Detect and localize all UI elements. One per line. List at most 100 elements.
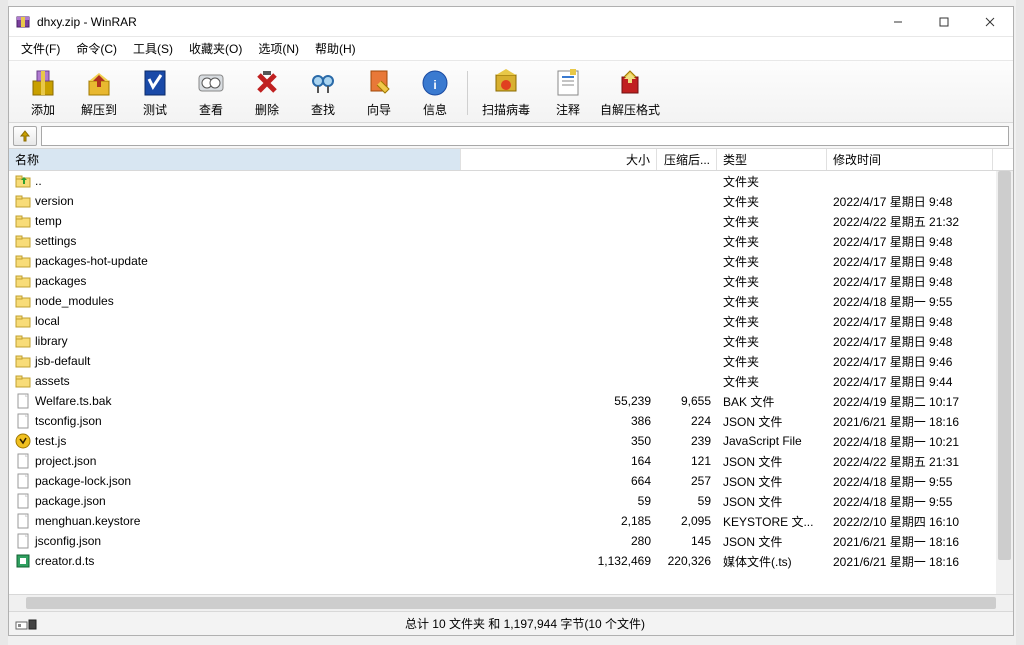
toolbar-delete[interactable]: 删除 [239,65,295,121]
maximize-button[interactable] [921,7,967,37]
status-summary: 总计 10 文件夹 和 1,197,944 字节(10 个文件) [37,615,1013,632]
file-type: 文件夹 [717,213,827,230]
test-icon [139,67,171,99]
file-packed: 59 [657,494,717,508]
file-date: 2021/6/21 星期一 18:16 [827,553,993,570]
toolbar-find[interactable]: 查找 [295,65,351,121]
file-row[interactable]: library文件夹2022/4/17 星期日 9:48 [9,331,1013,351]
toolbar-view[interactable]: 查看 [183,65,239,121]
up-button[interactable] [13,126,37,146]
winrar-window: dhxy.zip - WinRAR 文件(F)命令(C)工具(S)收藏夹(O)选… [8,6,1014,636]
file-type: JavaScript File [717,434,827,448]
folder-icon [15,193,31,209]
minimize-button[interactable] [875,7,921,37]
file-type: 文件夹 [717,253,827,270]
col-type[interactable]: 类型 [717,149,827,170]
toolbar-comment[interactable]: 注释 [540,65,596,121]
col-packed[interactable]: 压缩后... [657,149,717,170]
file-row[interactable]: creator.d.ts1,132,469220,326媒体文件(.ts)202… [9,551,1013,571]
file-row[interactable]: version文件夹2022/4/17 星期日 9:48 [9,191,1013,211]
folder-icon [15,333,31,349]
close-button[interactable] [967,7,1013,37]
virus-icon [490,67,522,99]
file-row[interactable]: packages-hot-update文件夹2022/4/17 星期日 9:48 [9,251,1013,271]
file-date: 2022/4/22 星期五 21:31 [827,453,993,470]
file-date: 2022/2/10 星期四 16:10 [827,513,993,530]
toolbar-test[interactable]: 测试 [127,65,183,121]
folder-icon [15,273,31,289]
file-icon [15,493,31,509]
file-packed: 220,326 [657,554,717,568]
file-packed: 224 [657,414,717,428]
file-row[interactable]: test.js350239JavaScript File2022/4/18 星期… [9,431,1013,451]
toolbar-extract[interactable]: 解压到 [71,65,127,121]
file-type: 媒体文件(.ts) [717,553,827,570]
file-size: 164 [461,454,657,468]
horizontal-scrollbar[interactable] [9,594,1013,611]
file-date: 2022/4/18 星期一 10:21 [827,433,993,450]
file-row[interactable]: jsb-default文件夹2022/4/17 星期日 9:46 [9,351,1013,371]
view-icon [195,67,227,99]
menu-0[interactable]: 文件(F) [13,37,68,60]
file-name: settings [35,234,76,248]
file-row[interactable]: menghuan.keystore2,1852,095KEYSTORE 文...… [9,511,1013,531]
file-row[interactable]: settings文件夹2022/4/17 星期日 9:48 [9,231,1013,251]
file-row[interactable]: Welfare.ts.bak55,2399,655BAK 文件2022/4/19… [9,391,1013,411]
menubar: 文件(F)命令(C)工具(S)收藏夹(O)选项(N)帮助(H) [9,37,1013,61]
file-row[interactable]: ..文件夹 [9,171,1013,191]
file-row[interactable]: temp文件夹2022/4/22 星期五 21:32 [9,211,1013,231]
file-packed: 145 [657,534,717,548]
file-row[interactable]: package.json5959JSON 文件2022/4/18 星期一 9:5… [9,491,1013,511]
file-type: 文件夹 [717,333,827,350]
col-name[interactable]: 名称 [9,149,461,170]
file-size: 1,132,469 [461,554,657,568]
file-name: test.js [35,434,66,448]
status-left-icon [9,617,37,631]
file-row[interactable]: project.json164121JSON 文件2022/4/22 星期五 2… [9,451,1013,471]
toolbar-info[interactable]: i信息 [407,65,463,121]
path-input[interactable] [41,126,1009,146]
file-size: 2,185 [461,514,657,528]
svg-text:i: i [433,78,436,92]
file-packed: 2,095 [657,514,717,528]
menu-5[interactable]: 帮助(H) [307,37,364,60]
file-packed: 239 [657,434,717,448]
col-date[interactable]: 修改时间 [827,149,993,170]
file-type: KEYSTORE 文... [717,513,827,530]
toolbar-virus[interactable]: 扫描病毒 [472,65,540,121]
file-row[interactable]: assets文件夹2022/4/17 星期日 9:44 [9,371,1013,391]
vertical-scrollbar[interactable] [996,171,1013,594]
titlebar[interactable]: dhxy.zip - WinRAR [9,7,1013,37]
toolbar-wizard[interactable]: 向导 [351,65,407,121]
folder-icon [15,353,31,369]
file-row[interactable]: package-lock.json664257JSON 文件2022/4/18 … [9,471,1013,491]
file-icon [15,533,31,549]
file-row[interactable]: jsconfig.json280145JSON 文件2021/6/21 星期一 … [9,531,1013,551]
toolbar-sfx[interactable]: 自解压格式 [596,65,664,121]
file-size: 386 [461,414,657,428]
col-size[interactable]: 大小 [461,149,657,170]
add-icon [27,67,59,99]
menu-2[interactable]: 工具(S) [125,37,181,60]
menu-1[interactable]: 命令(C) [68,37,125,60]
file-name: tsconfig.json [35,414,102,428]
file-name: library [35,334,68,348]
menu-3[interactable]: 收藏夹(O) [181,37,250,60]
up-icon [15,173,31,189]
column-headers: 名称 大小 压缩后... 类型 修改时间 [9,149,1013,171]
file-row[interactable]: node_modules文件夹2022/4/18 星期一 9:55 [9,291,1013,311]
file-name: packages [35,274,86,288]
file-type: JSON 文件 [717,413,827,430]
file-icon [15,393,31,409]
file-row[interactable]: packages文件夹2022/4/17 星期日 9:48 [9,271,1013,291]
comment-icon [552,67,584,99]
file-row[interactable]: tsconfig.json386224JSON 文件2021/6/21 星期一 … [9,411,1013,431]
file-type: JSON 文件 [717,533,827,550]
toolbar-add[interactable]: 添加 [15,65,71,121]
file-packed: 9,655 [657,394,717,408]
file-name: project.json [35,454,96,468]
folder-icon [15,293,31,309]
file-row[interactable]: local文件夹2022/4/17 星期日 9:48 [9,311,1013,331]
menu-4[interactable]: 选项(N) [250,37,307,60]
file-type: 文件夹 [717,173,827,190]
